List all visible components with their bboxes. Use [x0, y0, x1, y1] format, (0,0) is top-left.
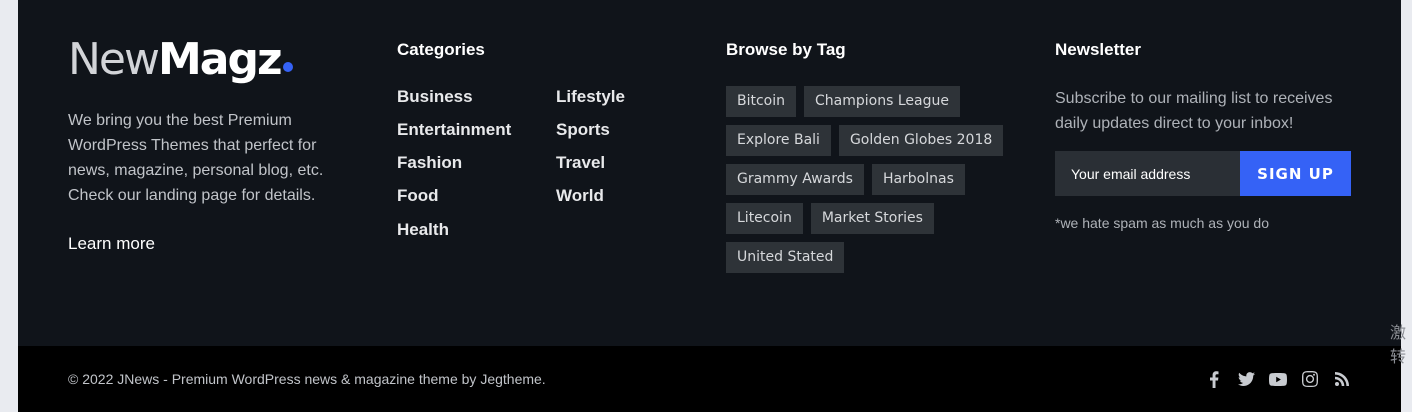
category-link[interactable]: Food — [397, 186, 439, 206]
category-link[interactable]: Travel — [556, 153, 605, 173]
about-text: We bring you the best Premium WordPress … — [68, 112, 324, 204]
instagram-icon[interactable] — [1301, 370, 1319, 388]
sign-up-button[interactable]: SIGN UP — [1240, 151, 1351, 196]
category-link[interactable]: Fashion — [397, 153, 462, 173]
footer-main: NewMagz We bring you the best Premium Wo… — [18, 0, 1401, 346]
rss-icon[interactable] — [1333, 370, 1351, 388]
tag-cloud: Bitcoin Champions League Explore Bali Go… — [726, 86, 1026, 281]
newsletter-description: Subscribe to our mailing list to receive… — [1055, 90, 1333, 132]
tag-item[interactable]: Market Stories — [810, 203, 934, 234]
categories-title: Categories — [397, 40, 485, 59]
tag-item[interactable]: Champions League — [804, 86, 960, 117]
spam-note: *we hate spam as much as you do — [1055, 215, 1270, 231]
twitter-icon[interactable] — [1237, 370, 1255, 388]
tags-title: Browse by Tag — [726, 40, 846, 59]
social-links — [1205, 370, 1351, 388]
logo-dot — [282, 62, 293, 72]
category-link[interactable]: Sports — [556, 120, 610, 140]
tag-item[interactable]: Golden Globes 2018 — [838, 125, 1004, 156]
tag-item[interactable]: Bitcoin — [726, 86, 797, 117]
tag-item[interactable]: United Stated — [726, 242, 845, 273]
youtube-icon[interactable] — [1269, 370, 1287, 388]
site-footer: NewMagz We bring you the best Premium Wo… — [18, 0, 1401, 412]
category-link[interactable]: Health — [397, 220, 449, 240]
tag-item[interactable]: Explore Bali — [726, 125, 831, 156]
tag-item[interactable]: Litecoin — [726, 203, 803, 234]
logo-text-new: New — [68, 34, 160, 85]
copyright-text: © 2022 JNews - Premium WordPress news & … — [68, 371, 546, 387]
tag-item[interactable]: Harbolnas — [871, 164, 965, 195]
learn-more-link[interactable]: Learn more — [68, 234, 155, 254]
footer-bottom-bar: © 2022 JNews - Premium WordPress news & … — [18, 346, 1401, 412]
tag-item[interactable]: Grammy Awards — [726, 164, 864, 195]
facebook-icon[interactable] — [1205, 370, 1223, 388]
category-link[interactable]: Lifestyle — [556, 87, 625, 107]
category-link[interactable]: Entertainment — [397, 120, 511, 140]
site-logo[interactable]: NewMagz — [68, 34, 293, 86]
category-link[interactable]: World — [556, 186, 604, 206]
side-char-2: 转 — [1390, 349, 1407, 366]
logo-text-magz: Magz — [157, 34, 283, 85]
side-char-1: 激 — [1390, 325, 1407, 342]
side-overlay-text: 激 转 — [1390, 322, 1412, 370]
email-field[interactable] — [1055, 151, 1240, 196]
newsletter-title: Newsletter — [1055, 40, 1141, 59]
category-link[interactable]: Business — [397, 87, 473, 107]
